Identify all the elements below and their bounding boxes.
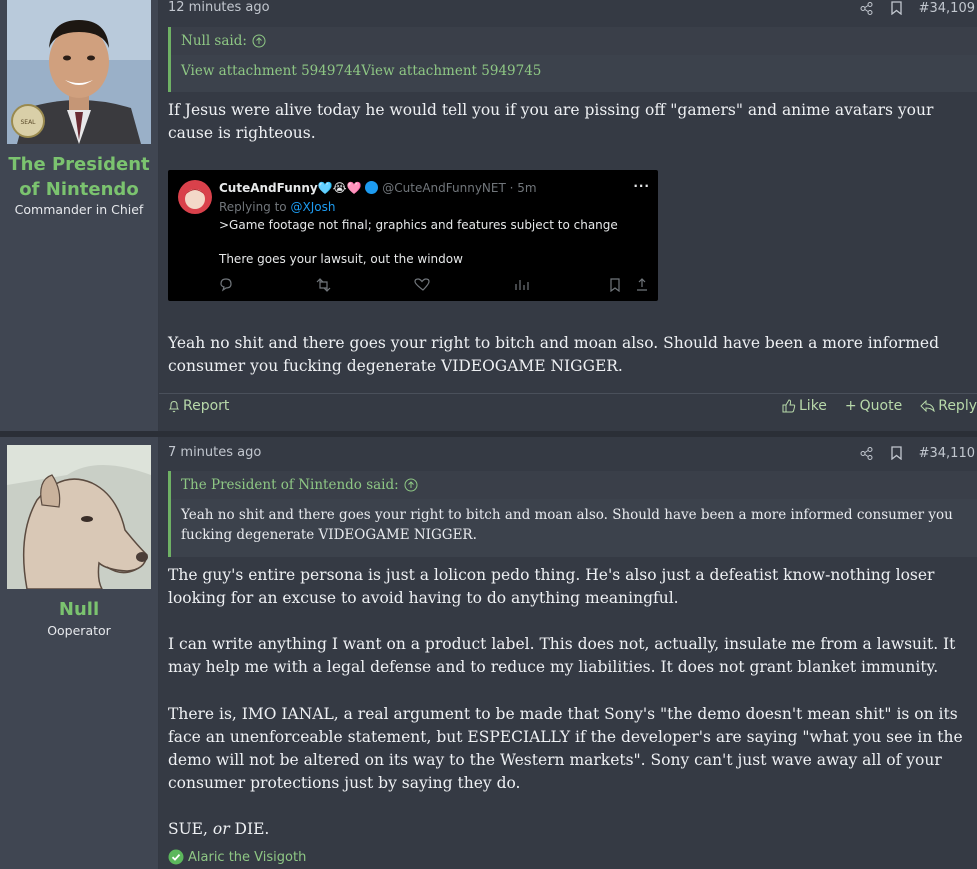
tweet-line-2: There goes your lawsuit, out the window [219, 252, 463, 266]
user-title: Ooperator [47, 623, 111, 638]
arrow-up-circle-icon[interactable] [251, 33, 267, 49]
avatar[interactable]: SEAL [7, 0, 151, 144]
post-body: 12 minutes ago #34,109 Null said: View a… [159, 0, 977, 431]
arrow-up-circle-icon[interactable] [403, 477, 419, 493]
share-icon[interactable] [859, 0, 875, 16]
reply-arrow-icon [920, 400, 935, 412]
check-badge-icon [168, 849, 184, 865]
tweet-avatar-icon [178, 180, 212, 214]
quote-author[interactable]: Null said: [181, 33, 247, 49]
post-paragraph-3: There is, IMO IANAL, a real argument to … [168, 705, 963, 792]
tweet-display-name: CuteAndFunny [219, 181, 318, 195]
reaction-summary[interactable]: Alaric the Visigoth [168, 849, 306, 865]
sig-pre: SUE, [168, 820, 213, 838]
bookmark-icon[interactable] [889, 0, 905, 16]
replying-prefix: Replying to [219, 200, 291, 214]
like-button[interactable]: Like [782, 398, 827, 414]
reply-button[interactable]: Reply [920, 398, 977, 414]
signature-line: SUE, or DIE. [168, 818, 971, 841]
avatar[interactable] [7, 445, 151, 589]
share-icon[interactable] [859, 445, 875, 461]
post-user-panel: Null Ooperator [0, 437, 159, 869]
username[interactable]: Null [0, 597, 158, 622]
report-button[interactable]: Report [168, 398, 229, 414]
embedded-tweet-image[interactable]: CuteAndFunny🩵😭🩷 @CuteAndFunnyNET · 5m ··… [168, 170, 658, 301]
post-text-2: Yeah no shit and there goes your right t… [168, 334, 940, 375]
tweet-replying: Replying to @XJosh [219, 200, 335, 214]
report-label: Report [183, 398, 230, 414]
quote-header[interactable]: Null said: [171, 27, 977, 55]
verified-icon [365, 181, 379, 194]
sig-post: DIE. [229, 820, 270, 838]
quote-author[interactable]: The President of Nintendo said: [181, 477, 399, 493]
reply-label: Reply [938, 398, 977, 414]
quote-label: Quote [859, 398, 903, 414]
post-text: If Jesus were alive today he would tell … [168, 101, 934, 142]
bookmark-icon[interactable] [889, 445, 905, 461]
svg-text:SEAL: SEAL [20, 119, 36, 126]
tweet-line-1: >Game footage not final; graphics and fe… [219, 218, 618, 232]
footer-divider [159, 393, 977, 394]
more-icon: ··· [633, 179, 650, 193]
quote-button[interactable]: + Quote [845, 398, 902, 414]
quote-block: Null said: View attachment 5949744View a… [168, 27, 977, 92]
bell-icon [168, 400, 180, 412]
post-user-panel: SEAL The President of Nintendo Commander… [0, 0, 159, 431]
attachment-links[interactable]: View attachment 5949744View attachment 5… [171, 55, 977, 89]
post-34110: Null Ooperator 7 minutes ago #34,110 The… [0, 437, 977, 869]
username[interactable]: The President of Nintendo [0, 152, 158, 202]
reaction-user[interactable]: Alaric the Visigoth [188, 850, 306, 865]
post-34109: SEAL The President of Nintendo Commander… [0, 0, 977, 431]
post-body: 7 minutes ago #34,110 The President of N… [159, 437, 977, 869]
quote-block: The President of Nintendo said: Yeah no … [168, 471, 977, 557]
post-paragraph-1: The guy's entire persona is just a lolic… [168, 566, 935, 607]
tweet-handle: @CuteAndFunnyNET · 5m [382, 181, 537, 195]
post-meta-actions: #34,109 [859, 0, 975, 16]
post-paragraph-2: I can write anything I want on a product… [168, 635, 956, 676]
quote-header[interactable]: The President of Nintendo said: [171, 471, 977, 499]
replying-handle: @XJosh [290, 200, 336, 214]
quote-text: Yeah no shit and there goes your right t… [181, 507, 953, 543]
post-number[interactable]: #34,110 [919, 446, 975, 461]
post-actions: Like + Quote Reply [782, 398, 977, 414]
plus-icon: + [844, 398, 857, 414]
tweet-header: CuteAndFunny🩵😭🩷 @CuteAndFunnyNET · 5m [219, 181, 537, 195]
like-label: Like [799, 398, 827, 414]
tweet-emojis: 🩵😭🩷 [317, 181, 362, 195]
thumbs-up-icon [782, 399, 796, 413]
post-footer: Report Like + Quote Reply [168, 398, 977, 417]
post-number[interactable]: #34,109 [919, 1, 975, 16]
post-time[interactable]: 7 minutes ago [168, 445, 261, 460]
sig-or: or [212, 820, 230, 838]
tweet-action-icons [220, 278, 647, 292]
post-time[interactable]: 12 minutes ago [168, 0, 270, 15]
user-title: Commander in Chief [14, 202, 144, 217]
post-meta-actions: #34,110 [859, 445, 975, 461]
